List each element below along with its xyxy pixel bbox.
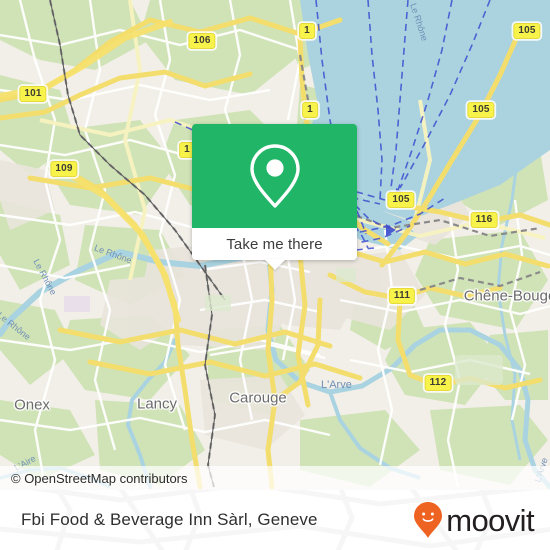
map-attribution-bar: © OpenStreetMap contributors <box>0 466 550 490</box>
location-callout-card[interactable]: Take me there <box>192 124 357 260</box>
place-label-chene-bougeries: Chêne-Bouge <box>463 287 550 305</box>
take-me-there-button[interactable]: Take me there <box>192 228 357 260</box>
road-shield[interactable]: 101 <box>19 86 47 102</box>
road-shield[interactable]: 1 <box>302 102 318 118</box>
map-canvas[interactable]: Le Rhône Le Rhône Le Rhône Le Rhône L'Ar… <box>0 0 550 490</box>
road-shield[interactable]: 111 <box>388 288 416 304</box>
take-me-there-label: Take me there <box>226 235 323 253</box>
road-shield[interactable]: 105 <box>387 192 415 208</box>
place-label-onex: Onex <box>14 396 50 414</box>
road-shield[interactable]: 116 <box>470 212 498 228</box>
card-pointer-tail <box>264 259 286 270</box>
road-shield[interactable]: 1 <box>299 23 315 39</box>
road-shield[interactable]: 105 <box>513 23 541 39</box>
moovit-smiley-pin-icon <box>414 502 443 538</box>
moovit-wordmark: moovit <box>446 502 534 538</box>
road-shield[interactable]: 112 <box>424 375 452 391</box>
map-pin-icon <box>249 144 300 208</box>
water-label: L'Arve <box>321 379 352 391</box>
road-shield[interactable]: 105 <box>467 102 495 118</box>
place-label-carouge: Carouge <box>229 389 287 407</box>
map-screenshot: Le Rhône Le Rhône Le Rhône Le Rhône L'Ar… <box>0 0 550 550</box>
road-shield[interactable]: 109 <box>50 161 78 177</box>
moovit-brand-logo[interactable]: moovit <box>413 501 535 539</box>
footer-bar: Fbi Food & Beverage Inn Sàrl, Geneve moo… <box>0 490 550 550</box>
card-header <box>192 124 357 228</box>
road-shield[interactable]: 106 <box>188 33 216 49</box>
place-label-lancy: Lancy <box>136 395 178 413</box>
osm-attribution-text: © OpenStreetMap contributors <box>11 470 188 486</box>
place-title: Fbi Food & Beverage Inn Sàrl, Geneve <box>21 510 318 529</box>
